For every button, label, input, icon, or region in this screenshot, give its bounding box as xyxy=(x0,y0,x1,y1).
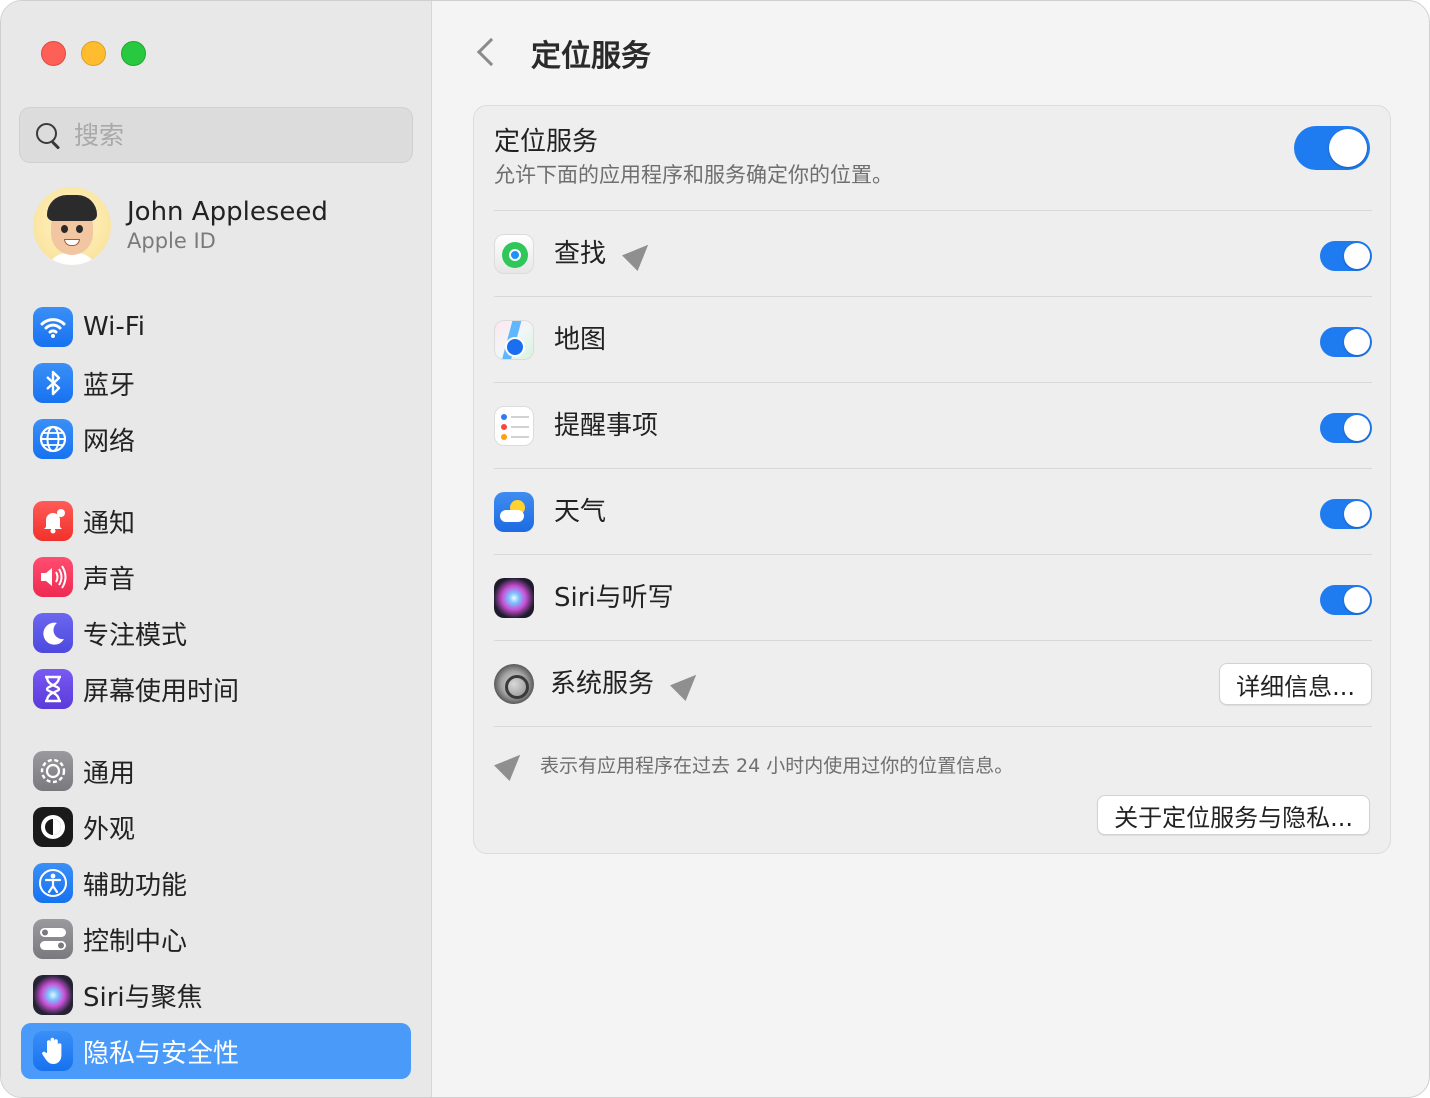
location-services-panel: 定位服务 允许下面的应用程序和服务确定你的位置。 查找 地图 提醒事项 天气 S… xyxy=(473,105,1391,854)
sidebar-item-label: 通用 xyxy=(83,758,136,789)
list-item-maps: 地图 xyxy=(494,296,1372,382)
location-arrow-icon xyxy=(494,747,528,781)
search-field[interactable] xyxy=(19,107,413,163)
bluetooth-icon xyxy=(33,363,73,403)
sidebar-item-appearance[interactable]: 外观 xyxy=(21,799,411,855)
search-input[interactable] xyxy=(74,120,394,150)
search-icon xyxy=(34,121,62,149)
minimize-button[interactable] xyxy=(81,41,106,66)
sidebar: John Appleseed Apple ID Wi-Fi 蓝牙 xyxy=(1,1,432,1097)
list-item-reminders: 提醒事项 xyxy=(494,382,1372,468)
find-my-toggle[interactable] xyxy=(1320,241,1372,271)
appearance-icon xyxy=(33,807,73,847)
moon-icon xyxy=(33,613,73,653)
sidebar-item-siri-spotlight[interactable]: Siri与聚焦 xyxy=(21,967,411,1023)
sidebar-item-bluetooth[interactable]: 蓝牙 xyxy=(21,355,411,411)
system-settings-icon xyxy=(494,664,534,704)
accessibility-icon xyxy=(33,863,73,903)
sidebar-item-label: 辅助功能 xyxy=(83,870,188,901)
app-list: 查找 地图 提醒事项 天气 Siri与听写 系统服务 详细信息... xyxy=(494,210,1372,727)
sidebar-item-focus[interactable]: 专注模式 xyxy=(21,605,411,661)
reminders-icon xyxy=(494,406,534,446)
location-arrow-icon xyxy=(622,237,656,271)
app-label: 系统服务 xyxy=(550,669,655,699)
sidebar-item-accessibility[interactable]: 辅助功能 xyxy=(21,855,411,911)
reminders-toggle[interactable] xyxy=(1320,413,1372,443)
sidebar-item-label: 控制中心 xyxy=(83,926,188,957)
profile-subtitle: Apple ID xyxy=(127,229,216,253)
app-label: Siri与听写 xyxy=(554,583,674,613)
bell-icon xyxy=(33,501,73,541)
maps-toggle[interactable] xyxy=(1320,327,1372,357)
window-controls xyxy=(41,41,146,66)
sidebar-group-system: 通用 外观 辅助功能 控制中心 Siri与聚焦 隐私与安全性 xyxy=(21,743,411,1079)
siri-dictation-toggle[interactable] xyxy=(1320,585,1372,615)
sidebar-item-label: 隐私与安全性 xyxy=(83,1038,240,1069)
control-center-icon xyxy=(33,919,73,959)
list-item-find-my: 查找 xyxy=(494,210,1372,296)
back-chevron-icon[interactable] xyxy=(471,37,501,67)
list-divider xyxy=(494,726,1372,727)
sidebar-group-network: Wi-Fi 蓝牙 网络 xyxy=(21,299,411,467)
close-button[interactable] xyxy=(41,41,66,66)
location-arrow-icon xyxy=(670,667,704,701)
sidebar-item-label: 屏幕使用时间 xyxy=(83,676,240,707)
settings-window: John Appleseed Apple ID Wi-Fi 蓝牙 xyxy=(0,0,1430,1098)
list-item-system-services: 系统服务 详细信息... xyxy=(494,640,1372,726)
app-label: 天气 xyxy=(554,497,607,527)
hand-icon xyxy=(33,1031,73,1071)
master-description: 允许下面的应用程序和服务确定你的位置。 xyxy=(494,163,893,187)
sidebar-item-label: 声音 xyxy=(83,564,136,595)
profile-name: John Appleseed xyxy=(127,197,328,227)
sidebar-item-control-center[interactable]: 控制中心 xyxy=(21,911,411,967)
app-label: 提醒事项 xyxy=(554,411,659,441)
maps-icon xyxy=(494,320,534,360)
weather-icon xyxy=(494,492,534,532)
footnote-text: 表示有应用程序在过去 24 小时内使用过你的位置信息。 xyxy=(540,754,1014,777)
sidebar-item-label: 专注模式 xyxy=(83,620,188,651)
speaker-icon xyxy=(33,557,73,597)
sidebar-group-notifications: 通知 声音 专注模式 屏幕使用时间 xyxy=(21,493,411,717)
sidebar-item-label: 网络 xyxy=(83,426,136,457)
location-services-master: 定位服务 允许下面的应用程序和服务确定你的位置。 xyxy=(494,126,1372,192)
wifi-icon xyxy=(33,307,73,347)
weather-toggle[interactable] xyxy=(1320,499,1372,529)
sidebar-item-sound[interactable]: 声音 xyxy=(21,549,411,605)
master-title: 定位服务 xyxy=(494,127,599,157)
location-services-toggle[interactable] xyxy=(1294,126,1370,170)
sidebar-item-label: Wi-Fi xyxy=(83,312,146,342)
footnote: 表示有应用程序在过去 24 小时内使用过你的位置信息。 xyxy=(494,744,1372,784)
about-location-privacy-button[interactable]: 关于定位服务与隐私... xyxy=(1097,795,1370,835)
sidebar-item-general[interactable]: 通用 xyxy=(21,743,411,799)
system-services-details-button[interactable]: 详细信息... xyxy=(1219,663,1372,705)
sidebar-item-label: Siri与聚焦 xyxy=(83,982,203,1013)
sidebar-item-wifi[interactable]: Wi-Fi xyxy=(21,299,411,355)
page-title: 定位服务 xyxy=(531,39,651,74)
sidebar-item-network[interactable]: 网络 xyxy=(21,411,411,467)
siri-icon xyxy=(33,975,73,1015)
sidebar-item-label: 蓝牙 xyxy=(83,370,136,401)
list-item-weather: 天气 xyxy=(494,468,1372,554)
hourglass-icon xyxy=(33,669,73,709)
gear-icon xyxy=(33,751,73,791)
globe-icon xyxy=(33,419,73,459)
sidebar-item-label: 外观 xyxy=(83,814,136,845)
find-my-icon xyxy=(494,234,534,274)
list-item-siri-dictation: Siri与听写 xyxy=(494,554,1372,640)
sidebar-item-notifications[interactable]: 通知 xyxy=(21,493,411,549)
sidebar-item-privacy-security[interactable]: 隐私与安全性 xyxy=(21,1023,411,1079)
zoom-button[interactable] xyxy=(121,41,146,66)
app-label: 查找 xyxy=(554,239,607,269)
apple-id-profile[interactable]: John Appleseed Apple ID xyxy=(33,187,328,265)
avatar xyxy=(33,187,111,265)
siri-icon xyxy=(494,578,534,618)
app-label: 地图 xyxy=(554,325,607,355)
sidebar-item-screen-time[interactable]: 屏幕使用时间 xyxy=(21,661,411,717)
sidebar-item-label: 通知 xyxy=(83,508,136,539)
